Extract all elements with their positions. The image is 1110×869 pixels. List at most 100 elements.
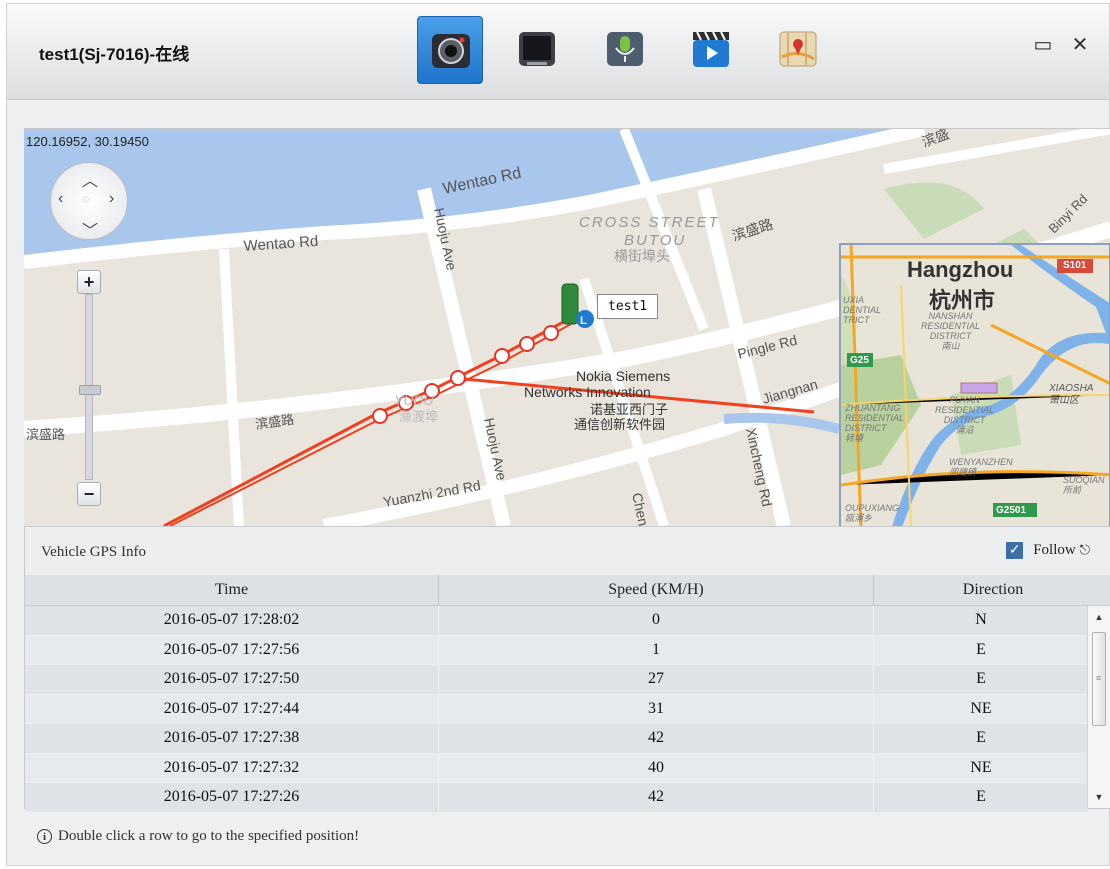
follow-toggle[interactable]: ✓ Follow ⎋ — [1006, 542, 1090, 560]
svg-text:L: L — [580, 315, 587, 327]
overview-label: 闻堰镇 — [949, 467, 977, 477]
column-header-time[interactable]: Time — [25, 575, 439, 605]
monitor-icon — [519, 32, 555, 66]
column-header-direction[interactable]: Direction — [874, 575, 1110, 605]
cell-time: 2016-05-07 17:27:50 — [25, 665, 439, 693]
scroll-down-arrow-icon[interactable]: ▼ — [1088, 788, 1110, 806]
camera-icon — [432, 34, 470, 68]
cell-direction: NE — [970, 699, 992, 717]
overview-road-label: G25 — [850, 355, 869, 366]
map-label: 渔渡埠 — [399, 409, 438, 425]
overview-label: DISTRICT — [929, 331, 972, 341]
gps-table-body: 2016-05-07 17:28:02 0 N 2016-05-07 17:27… — [25, 606, 1088, 813]
pan-down-icon[interactable]: ﹀ — [82, 217, 98, 241]
cell-speed: 1 — [439, 635, 874, 664]
map-label: CROSS STREET — [579, 214, 720, 231]
overview-label: DISTRICT — [943, 415, 986, 425]
hint-bar: i Double click a row to go to the specifi… — [37, 828, 359, 845]
map-label: Nokia Siemens — [576, 368, 670, 384]
overview-label: TRICT — [843, 315, 870, 325]
hint-text: Double click a row to go to the specifie… — [58, 828, 360, 844]
overview-label: PUYAN — [949, 395, 980, 405]
overview-label: 转塘 — [845, 433, 864, 443]
follow-label: Follow — [1033, 542, 1076, 558]
map-label: 横街埠头 — [614, 248, 670, 265]
close-button[interactable]: ✕ — [1069, 34, 1091, 56]
map-label: YUDU — [394, 392, 435, 408]
overview-map[interactable]: Hangzhou 杭州市 S101 G25 G2501 UXIA DENTIAL… — [839, 243, 1110, 526]
zoom-in-button[interactable]: + — [77, 270, 101, 294]
overview-label: 浦沿 — [955, 425, 974, 435]
map-pin-icon — [779, 31, 817, 67]
zoom-control: + − — [77, 270, 103, 510]
cell-direction: N — [975, 611, 987, 628]
overview-label: 萧山区 — [1049, 395, 1079, 406]
table-row[interactable]: 2016-05-07 17:27:26 42 E — [25, 783, 1088, 813]
gps-info-panel: Vehicle GPS Info ✓ Follow ⎋ Time Speed (KM… — [24, 526, 1110, 813]
cell-time: 2016-05-07 17:27:56 — [25, 635, 439, 664]
minimize-button[interactable]: ▭ — [1032, 34, 1054, 56]
follow-checkbox[interactable]: ✓ — [1006, 542, 1024, 560]
cell-direction: E — [976, 670, 986, 687]
overview-label: 所前 — [1063, 485, 1082, 495]
overview-label: OUPUXIANG — [845, 503, 900, 513]
table-scrollbar[interactable]: ▲ ≡ ▼ — [1087, 606, 1110, 808]
overview-label: 瓯浦乡 — [845, 513, 873, 523]
table-row[interactable]: 2016-05-07 17:27:44 31 NE — [25, 694, 1088, 724]
overview-label: UXIA — [843, 295, 865, 305]
cell-direction: E — [976, 788, 986, 805]
cell-direction: E — [976, 640, 986, 658]
video-clip-button[interactable] — [678, 16, 744, 84]
zoom-slider-handle[interactable] — [79, 385, 101, 395]
video-clip-icon — [693, 31, 729, 67]
pan-control[interactable]: ︿ ﹀ ‹ › ◌ — [50, 162, 128, 240]
microphone-button[interactable] — [592, 16, 658, 84]
camera-button[interactable] — [417, 16, 483, 84]
overview-road-label: S101 — [1063, 260, 1087, 271]
overview-label: XIAOSHA — [1049, 383, 1094, 394]
overview-label: RESIDENTIAL — [845, 413, 905, 423]
cell-speed: 0 — [439, 606, 874, 634]
cell-time: 2016-05-07 17:27:38 — [25, 724, 439, 752]
pan-center-icon[interactable]: ◌ — [82, 192, 89, 206]
follow-icon: ⎋ — [1079, 542, 1090, 557]
overview-label: ZHUANTANG — [845, 403, 901, 413]
overview-label: SUOQIAN — [1063, 475, 1105, 485]
window-title: test1(Sj-7016)-在线 — [39, 45, 190, 64]
cell-speed: 42 — [439, 783, 874, 811]
table-row[interactable]: 2016-05-07 17:28:02 0 N — [25, 606, 1088, 636]
cell-speed: 42 — [439, 724, 874, 752]
table-row[interactable]: 2016-05-07 17:27:50 27 E — [25, 665, 1088, 695]
table-row[interactable]: 2016-05-07 17:27:38 42 E — [25, 724, 1088, 754]
map-label: Networks Innovation — [524, 384, 651, 400]
table-row[interactable]: 2016-05-07 17:27:32 40 NE — [25, 753, 1088, 783]
map-button[interactable] — [765, 16, 831, 84]
gps-window: test1(Sj-7016)-在线 ▭ ✕ L Wentao Rd Wentao… — [6, 3, 1110, 866]
microphone-icon — [607, 32, 643, 66]
map-label: BUTOU — [624, 232, 686, 249]
table-row[interactable]: 2016-05-07 17:27:56 1 E — [25, 635, 1088, 665]
cell-time: 2016-05-07 17:28:02 — [25, 606, 439, 634]
zoom-slider-track[interactable] — [79, 294, 101, 480]
pan-left-icon[interactable]: ‹ — [58, 190, 63, 208]
monitor-button[interactable] — [504, 16, 570, 84]
cell-direction: E — [976, 729, 986, 746]
overview-road-label: G2501 — [996, 505, 1027, 516]
overview-label: DISTRICT — [845, 423, 887, 433]
overview-label: RESIDENTIAL — [921, 321, 981, 331]
zoom-out-button[interactable]: − — [77, 482, 101, 506]
vehicle-label[interactable]: test1 — [597, 294, 659, 319]
map-label: 滨盛路 — [26, 427, 65, 443]
overview-label: 南山 — [941, 341, 960, 351]
map-label: 诺基亚西门子 — [590, 403, 668, 418]
pan-right-icon[interactable]: › — [109, 190, 114, 208]
column-header-speed[interactable]: Speed (KM/H) — [439, 575, 874, 605]
info-icon: i — [37, 829, 52, 844]
map-view[interactable]: L Wentao Rd Wentao Rd CROSS STREET BUTOU… — [24, 128, 1110, 526]
pan-up-icon[interactable]: ︿ — [82, 167, 98, 191]
map-label: Chen — [629, 491, 652, 526]
cell-time: 2016-05-07 17:27:44 — [25, 694, 439, 723]
title-bar: test1(Sj-7016)-在线 ▭ ✕ — [7, 4, 1109, 100]
scroll-up-arrow-icon[interactable]: ▲ — [1088, 608, 1110, 626]
scrollbar-thumb[interactable]: ≡ — [1092, 632, 1106, 726]
